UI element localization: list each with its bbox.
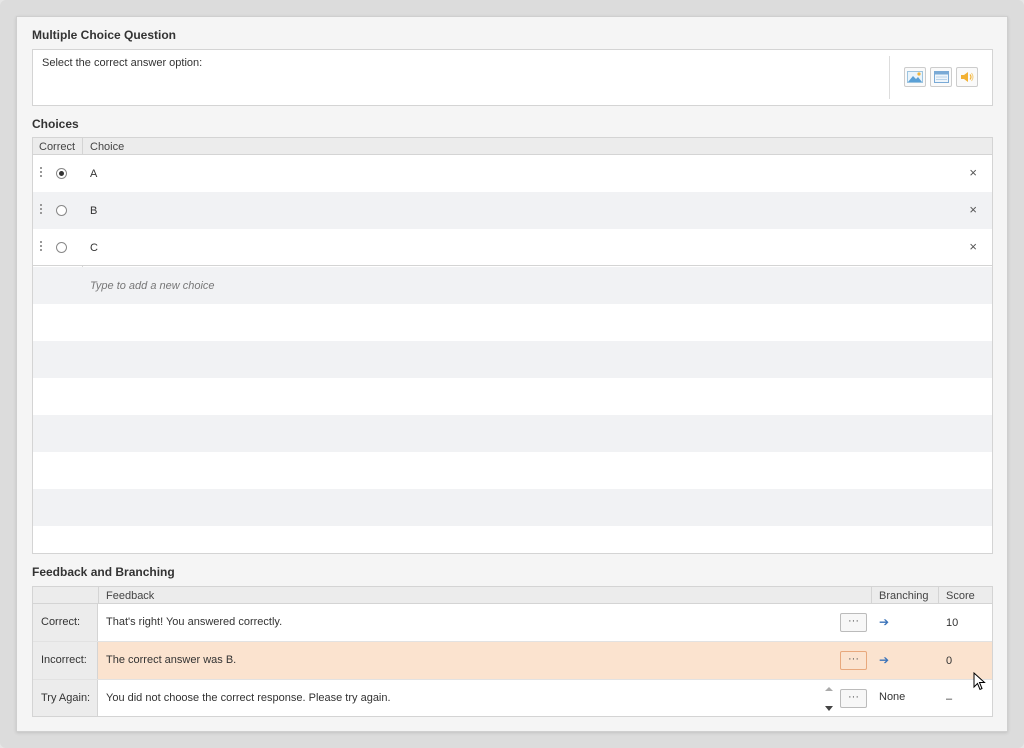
audio-icon (961, 72, 974, 82)
score-value[interactable]: 0 (946, 655, 952, 667)
branching-arrow-icon[interactable]: ➔ (879, 615, 889, 629)
media-divider (889, 56, 890, 99)
choice-text[interactable]: C (90, 242, 98, 254)
choices-grid-header: Correct Choice (33, 138, 992, 155)
question-prompt-box[interactable]: Select the correct answer option: (32, 49, 993, 106)
feedback-row-try-again[interactable]: Try Again: You did not choose the correc… (33, 680, 992, 716)
spin-up-icon[interactable] (825, 687, 833, 691)
drag-handle-icon[interactable] (40, 241, 43, 254)
feedback-row-correct[interactable]: Correct: That's right! You answered corr… (33, 604, 992, 642)
correct-column-header: Correct (39, 141, 76, 153)
choice-row[interactable]: B × (33, 192, 992, 229)
correct-radio[interactable] (56, 205, 67, 216)
question-prompt-text[interactable]: Select the correct answer option: (42, 57, 202, 69)
remove-choice-icon[interactable]: × (969, 239, 977, 254)
drag-handle-icon[interactable] (40, 204, 43, 217)
insert-window-button[interactable] (930, 67, 952, 87)
remove-choice-icon[interactable]: × (969, 165, 977, 180)
empty-row (33, 304, 992, 341)
correct-radio[interactable] (56, 168, 67, 179)
feedback-text[interactable]: That's right! You answered correctly. (106, 616, 282, 628)
image-icon (907, 71, 923, 83)
empty-row (33, 526, 992, 553)
choices-grid: Correct Choice A × B × C × Type to add a… (32, 137, 993, 554)
mouse-cursor-icon (973, 672, 986, 691)
feedback-row-incorrect[interactable]: Incorrect: The correct answer was B. ···… (33, 642, 992, 680)
question-section-title: Multiple Choice Question (32, 28, 177, 42)
choice-row[interactable]: A × (33, 155, 992, 192)
insert-image-button[interactable] (904, 67, 926, 87)
feedback-section-title: Feedback and Branching (32, 565, 175, 579)
feedback-row-label: Try Again: (33, 680, 98, 716)
empty-row (33, 489, 992, 526)
drag-handle-icon[interactable] (40, 167, 43, 180)
score-value[interactable]: 10 (946, 617, 958, 629)
choice-text[interactable]: B (90, 205, 97, 217)
feedback-row-label: Incorrect: (33, 642, 98, 679)
feedback-grid: Feedback Branching Score Correct: That's… (32, 586, 993, 717)
question-editor-panel: Multiple Choice Question Select the corr… (16, 16, 1008, 732)
empty-row (33, 452, 992, 489)
spin-down-icon[interactable] (825, 706, 833, 711)
feedback-column-header: Feedback (106, 590, 155, 602)
empty-row (33, 341, 992, 378)
window-icon (933, 71, 949, 83)
branching-arrow-icon[interactable]: ➔ (879, 653, 889, 667)
more-options-button[interactable]: ··· (840, 651, 867, 670)
feedback-grid-header: Feedback Branching Score (33, 587, 992, 604)
remove-choice-icon[interactable]: × (969, 202, 977, 217)
add-choice-row[interactable]: Type to add a new choice (33, 267, 992, 304)
add-choice-placeholder[interactable]: Type to add a new choice (90, 280, 215, 292)
insert-audio-button[interactable] (956, 67, 978, 87)
branching-column-header: Branching (879, 590, 929, 602)
empty-row (33, 415, 992, 452)
score-value[interactable]: – (946, 693, 952, 705)
empty-row (33, 378, 992, 415)
correct-radio[interactable] (56, 242, 67, 253)
choice-column-header: Choice (90, 141, 125, 153)
choice-text[interactable]: A (90, 168, 97, 180)
more-options-button[interactable]: ··· (840, 613, 867, 632)
feedback-text[interactable]: You did not choose the correct response.… (106, 692, 391, 704)
branching-value[interactable]: None (879, 691, 905, 703)
feedback-text[interactable]: The correct answer was B. (106, 654, 236, 666)
window-frame: Multiple Choice Question Select the corr… (0, 0, 1024, 748)
choices-section-title: Choices (32, 117, 79, 131)
score-column-header: Score (946, 590, 975, 602)
more-options-button[interactable]: ··· (840, 689, 867, 708)
scroll-spinner[interactable] (824, 684, 834, 714)
feedback-row-label: Correct: (33, 604, 98, 641)
choice-row[interactable]: C × (33, 229, 992, 266)
